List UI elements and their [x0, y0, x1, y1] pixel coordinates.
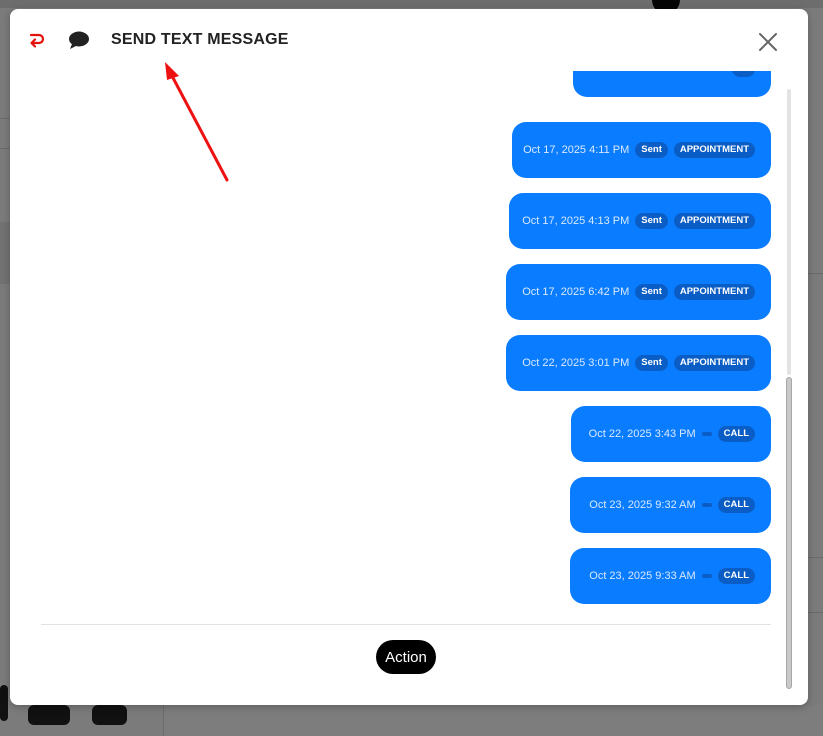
background-panel — [0, 222, 10, 284]
message-time: Oct 23, 2025 9:32 AM — [589, 499, 696, 511]
action-button[interactable]: Action — [376, 640, 436, 674]
message-status-empty — [701, 574, 712, 578]
message-tag — [732, 71, 755, 77]
message-tag-badge: APPOINTMENT — [673, 142, 755, 158]
background-divider — [0, 118, 10, 119]
message-status-badge: Sent — [635, 355, 668, 371]
message-bubble — [573, 71, 771, 97]
send-text-message-modal: SEND TEXT MESSAGE Oct 17, 2025 4:11 PM S… — [10, 9, 808, 705]
message-tag-badge: CALL — [717, 568, 755, 584]
message-tag-badge: APPOINTMENT — [673, 355, 755, 371]
message-tag-badge: APPOINTMENT — [673, 284, 755, 300]
background-divider — [0, 148, 10, 149]
message-status-badge: Sent — [635, 142, 668, 158]
chat-bubble-icon — [67, 30, 91, 52]
scrollbar-track[interactable] — [787, 89, 791, 375]
message-status-badge: Sent — [635, 284, 668, 300]
message-bubble: Oct 17, 2025 4:11 PM Sent APPOINTMENT — [512, 122, 771, 178]
background-panel — [163, 705, 823, 736]
message-status-empty — [701, 503, 712, 507]
message-time: Oct 23, 2025 9:33 AM — [589, 570, 696, 582]
background-dark-button — [0, 685, 8, 721]
background-divider — [808, 557, 823, 558]
message-tag-badge: APPOINTMENT — [673, 213, 755, 229]
footer-divider — [41, 624, 771, 625]
message-tag-badge: CALL — [717, 497, 755, 513]
message-bubble: Oct 23, 2025 9:33 AM CALL — [570, 548, 771, 604]
message-list[interactable]: Oct 17, 2025 4:11 PM Sent APPOINTMENT Oc… — [10, 71, 790, 619]
background-divider — [808, 612, 823, 613]
background-dark-button — [28, 705, 70, 725]
background-top-bar — [0, 0, 823, 8]
message-time: Oct 22, 2025 3:01 PM — [522, 357, 630, 369]
message-time: Oct 22, 2025 3:43 PM — [588, 428, 696, 440]
message-bubble: Oct 17, 2025 4:13 PM Sent APPOINTMENT — [509, 193, 771, 249]
message-bubble: Oct 22, 2025 3:01 PM Sent APPOINTMENT — [506, 335, 771, 391]
message-status-badge: Sent — [635, 213, 668, 229]
message-status-empty — [701, 432, 712, 436]
close-icon[interactable] — [756, 30, 780, 54]
message-time: Oct 17, 2025 4:13 PM — [522, 215, 630, 227]
message-bubble: Oct 17, 2025 6:42 PM Sent APPOINTMENT — [506, 264, 771, 320]
message-time: Oct 17, 2025 4:11 PM — [523, 144, 630, 156]
message-time: Oct 17, 2025 6:42 PM — [522, 286, 630, 298]
background-dark-button — [92, 705, 127, 725]
background-divider — [808, 273, 823, 274]
modal-header: SEND TEXT MESSAGE — [10, 9, 808, 71]
modal-title: SEND TEXT MESSAGE — [111, 31, 289, 48]
back-arrow-icon[interactable] — [26, 31, 46, 51]
message-bubble: Oct 22, 2025 3:43 PM CALL — [571, 406, 771, 462]
message-tag-badge: CALL — [717, 426, 755, 442]
message-bubble: Oct 23, 2025 9:32 AM CALL — [570, 477, 771, 533]
scrollbar-thumb[interactable] — [786, 377, 792, 689]
